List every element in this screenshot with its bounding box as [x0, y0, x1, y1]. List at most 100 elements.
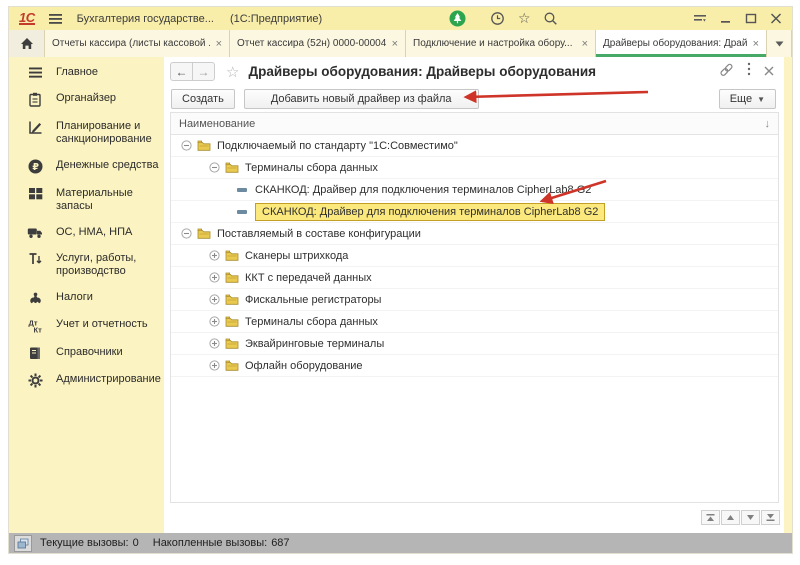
tree-row[interactable]: Офлайн оборудование	[171, 355, 778, 377]
tab-close-icon[interactable]: ×	[582, 39, 588, 49]
page-down-icon[interactable]	[741, 510, 760, 525]
page-up-icon[interactable]	[721, 510, 740, 525]
favorite-toggle-icon[interactable]: ☆	[226, 63, 239, 81]
sidebar-item-planning[interactable]: Планирование и санкционирование	[9, 114, 164, 153]
collapse-node-icon[interactable]	[181, 228, 192, 239]
tab-label: Отчеты кассира (листы кассовой ...	[52, 38, 210, 49]
panel-title: Драйверы оборудования: Драйверы оборудов…	[248, 64, 596, 79]
organizer-icon	[25, 92, 45, 107]
materials-icon	[25, 187, 45, 200]
expand-node-icon[interactable]	[209, 250, 220, 261]
get-link-icon[interactable]	[719, 63, 734, 81]
sidebar-item-organizer[interactable]: Органайзер	[9, 86, 164, 114]
expand-node-icon[interactable]	[209, 294, 220, 305]
go-to-top-icon[interactable]	[701, 510, 720, 525]
expand-node-icon[interactable]	[209, 272, 220, 283]
sidebar-item-money[interactable]: ₽Денежные средства	[9, 153, 164, 181]
minimize-icon[interactable]	[720, 13, 732, 24]
server-calls-icon[interactable]	[14, 535, 32, 552]
sidebar-item-label: Главное	[56, 66, 160, 79]
tab-label: Подключение и настройка обору...	[413, 38, 576, 49]
group-folder-icon	[225, 360, 239, 371]
tab-close-icon[interactable]: ×	[216, 39, 222, 49]
expand-node-icon[interactable]	[209, 360, 220, 371]
tree-row[interactable]: ККТ с передачей данных	[171, 267, 778, 289]
tree-row-highlighted[interactable]: СКАНКОД: Драйвер для подключения термина…	[171, 201, 778, 223]
add-driver-from-file-button[interactable]: Добавить новый драйвер из файла	[244, 89, 479, 109]
group-folder-icon	[225, 162, 239, 173]
fixed-assets-icon	[25, 226, 45, 239]
tree-row-label: Фискальные регистраторы	[245, 294, 381, 306]
tab-close-icon[interactable]: ×	[753, 39, 759, 49]
expand-node-icon[interactable]	[209, 316, 220, 327]
sidebar-item-services[interactable]: Услуги, работы, производство	[9, 246, 164, 285]
tabs-dropdown-button[interactable]	[767, 30, 792, 57]
expand-node-icon[interactable]	[209, 338, 220, 349]
home-icon	[20, 37, 34, 50]
tab-4[interactable]: Драйверы оборудования: Драйве...×	[596, 30, 767, 57]
tree-row[interactable]: Терминалы сбора данных	[171, 311, 778, 333]
column-header-name[interactable]: Наименование ↓	[171, 113, 778, 135]
sort-descending-icon: ↓	[765, 118, 771, 130]
sidebar-item-accounting[interactable]: ДтКтУчет и отчетность	[9, 312, 164, 340]
current-calls: Текущие вызовы:0	[40, 537, 139, 549]
tree-row-label: ККТ с передачей данных	[245, 272, 372, 284]
collapse-node-icon[interactable]	[209, 162, 220, 173]
group-folder-icon	[225, 294, 239, 305]
more-menu-icon[interactable]	[747, 62, 751, 81]
tree-row-label: Терминалы сбора данных	[245, 162, 378, 174]
main-menu-icon[interactable]	[48, 13, 63, 25]
close-window-icon[interactable]	[770, 13, 782, 24]
chevron-down-icon: ▼	[757, 95, 765, 104]
group-folder-icon	[225, 272, 239, 283]
tree-row[interactable]: СКАНКОД: Драйвер для подключения термина…	[171, 179, 778, 201]
service-notifications-icon[interactable]	[449, 10, 466, 27]
driver-item-icon	[237, 188, 247, 192]
tab-3[interactable]: Подключение и настройка обору... ×	[406, 30, 596, 57]
more-button[interactable]: Еще▼	[719, 89, 776, 109]
group-folder-icon	[225, 250, 239, 261]
tree-row-label: СКАНКОД: Драйвер для подключения термина…	[255, 184, 591, 196]
list-pager	[701, 510, 780, 525]
back-button[interactable]: ←	[170, 62, 193, 81]
close-panel-icon[interactable]	[764, 63, 774, 81]
create-button[interactable]: Создать	[171, 89, 235, 109]
sidebar-item-label: ОС, НМА, НПА	[56, 226, 160, 239]
sidebar-item-fixed-assets[interactable]: ОС, НМА, НПА	[9, 220, 164, 246]
sidebar-item-main-menu[interactable]: Главное	[9, 60, 164, 86]
main-menu-icon	[25, 66, 45, 79]
collapse-panels-icon[interactable]	[693, 13, 707, 25]
sidebar-item-taxes[interactable]: Налоги	[9, 285, 164, 312]
tree-row-label: Терминалы сбора данных	[245, 316, 378, 328]
maximize-icon[interactable]	[745, 13, 757, 24]
history-icon[interactable]	[490, 11, 505, 26]
sidebar-item-administration[interactable]: Администрирование	[9, 367, 164, 395]
forward-button[interactable]: →	[192, 62, 215, 81]
tree-row[interactable]: Эквайринговые терминалы	[171, 333, 778, 355]
sidebar-item-label: Налоги	[56, 291, 160, 304]
favorites-star-icon[interactable]: ☆	[518, 10, 531, 27]
go-to-bottom-icon[interactable]	[761, 510, 780, 525]
tree-row[interactable]: Сканеры штрихкода	[171, 245, 778, 267]
sidebar-item-materials[interactable]: Материальные запасы	[9, 181, 164, 220]
tree-row-label: Сканеры штрихкода	[245, 250, 348, 262]
tree-row-label: СКАНКОД: Драйвер для подключения термина…	[255, 203, 605, 221]
sections-sidebar: Главное ОрганайзерПланирование и санкцион…	[9, 57, 164, 533]
group-folder-icon	[225, 316, 239, 327]
tree-row[interactable]: Поставляемый в составе конфигурации	[171, 223, 778, 245]
1c-logo: 1С	[19, 12, 35, 25]
tree-row[interactable]: Фискальные регистраторы	[171, 289, 778, 311]
tab-1[interactable]: Отчеты кассира (листы кассовой ... ×	[45, 30, 230, 57]
tab-close-icon[interactable]: ×	[392, 39, 398, 49]
tree-row[interactable]: Подключаемый по стандарту "1С:Совместимо…	[171, 135, 778, 157]
sidebar-item-references[interactable]: Справочники	[9, 340, 164, 367]
drivers-tree-list: Наименование ↓ Подключаемый по стандарту…	[170, 112, 779, 503]
services-icon	[25, 252, 45, 266]
home-tab[interactable]	[9, 30, 45, 57]
panel-header: ← → ☆ Драйверы оборудования: Драйверы об…	[164, 57, 784, 86]
collapse-node-icon[interactable]	[181, 140, 192, 151]
main-panel: ← → ☆ Драйверы оборудования: Драйверы об…	[164, 57, 784, 533]
tree-row[interactable]: Терминалы сбора данных	[171, 157, 778, 179]
tab-2[interactable]: Отчет кассира (52н) 0000-000045 ...×	[230, 30, 406, 57]
search-icon[interactable]	[543, 11, 558, 26]
